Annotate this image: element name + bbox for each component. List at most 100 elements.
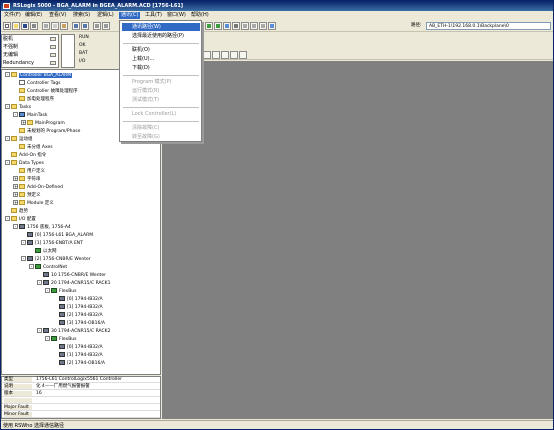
open-file-button[interactable] (12, 22, 20, 30)
copy-button[interactable] (51, 22, 59, 30)
redundancy-status[interactable]: Redundancy (3, 59, 59, 67)
app-logo-icon[interactable] (3, 3, 10, 9)
menu-view[interactable]: 查看(V) (47, 12, 68, 19)
comm-menu-item[interactable]: 联机(O) (122, 46, 200, 54)
tree-item[interactable]: [1] 1794-IB32/A (53, 304, 103, 311)
dropdown-icon[interactable] (50, 61, 56, 65)
tree-item[interactable]: - ControlNet (29, 264, 67, 271)
tree-item[interactable]: 加电处理程序 (13, 96, 54, 103)
tree-item[interactable]: - Data Types (5, 160, 44, 167)
tree-item[interactable]: Controller Tags (13, 80, 61, 87)
verify-all-button[interactable] (214, 22, 222, 30)
tree-item[interactable]: + MainProgram (21, 120, 65, 127)
tree-item[interactable]: [1] 1794-IB32/A (53, 352, 103, 359)
menu-edit[interactable]: 编辑(E) (23, 12, 44, 19)
menu-file[interactable]: 文件(F) (2, 12, 23, 19)
collapse-icon[interactable]: - (5, 160, 10, 165)
expand-icon[interactable]: + (13, 176, 18, 181)
find-button[interactable] (93, 22, 101, 30)
comm-menu-item[interactable]: 下载(D) (122, 64, 200, 72)
tree-item[interactable]: - I/O 配置 (5, 216, 36, 223)
title-bar[interactable]: RSLogix 5000 - BGA_ALARM in BGEA_ALARM.A… (1, 1, 553, 11)
xic-button[interactable] (221, 51, 229, 59)
collapse-icon[interactable]: - (5, 72, 10, 77)
tree-item[interactable]: [0] 1756-L61 BGA_ALARM (21, 232, 93, 239)
tree-item[interactable]: [0] 1794-IB32/A (53, 296, 103, 303)
tree-item[interactable]: + 预定义 (13, 192, 41, 199)
properties-button[interactable] (232, 22, 240, 30)
collapse-icon[interactable]: - (13, 224, 18, 229)
tree-item[interactable]: - 20 1794-ACNR15/C RACK1 (37, 280, 110, 287)
rswho-button[interactable] (223, 22, 231, 30)
tree-item[interactable]: [3] 1794-OB16/A (53, 320, 105, 327)
undo-button[interactable] (72, 22, 80, 30)
new-file-button[interactable] (3, 22, 11, 30)
paste-button[interactable] (60, 22, 68, 30)
tree-item[interactable]: [0] 1794-IB32/A (53, 344, 103, 351)
collapse-icon[interactable]: - (45, 336, 50, 341)
expand-icon[interactable]: + (13, 184, 18, 189)
branch-button[interactable] (212, 51, 220, 59)
tree-item[interactable]: - 运动组 (5, 136, 33, 143)
tree-item[interactable]: + Add-On-Defined (13, 184, 63, 191)
comm-menu-item[interactable]: 上载(U)... (122, 55, 200, 63)
tree-item[interactable]: - 30 1794-ACNR15/C RACK2 (37, 328, 110, 335)
menu-help[interactable]: 帮助(H) (189, 12, 211, 19)
tree-item[interactable]: 用户定义 (13, 168, 45, 175)
menu-tools[interactable]: 工具(T) (143, 12, 164, 19)
collapse-icon[interactable]: - (37, 328, 42, 333)
communication-path-field[interactable]: AB_ETH-1\192.168.0.1\Backplane\0 (426, 22, 551, 30)
dropdown-icon[interactable] (50, 37, 56, 41)
tree-item[interactable]: + Module 定义 (13, 200, 54, 207)
collapse-icon[interactable]: - (37, 280, 42, 285)
menu-communications[interactable]: 通讯(C) (119, 12, 141, 19)
tree-item[interactable]: - FlexBus (45, 336, 76, 343)
expand-icon[interactable]: + (21, 120, 26, 125)
tree-item[interactable]: 趋势 (5, 208, 28, 215)
tree-item[interactable]: - Controller BGA_ALARM (5, 72, 73, 79)
dropdown-icon[interactable] (50, 45, 56, 49)
collapse-icon[interactable]: - (5, 104, 10, 109)
collapse-icon[interactable]: - (45, 288, 50, 293)
verify-button[interactable] (205, 22, 213, 30)
help-button[interactable] (268, 22, 276, 30)
menu-window[interactable]: 窗口(W) (165, 12, 188, 19)
zoom-out-button[interactable] (250, 22, 258, 30)
dropdown-icon[interactable] (50, 53, 56, 57)
menu-search[interactable]: 搜索(S) (71, 12, 92, 19)
ote-button[interactable] (239, 51, 247, 59)
collapse-icon[interactable]: - (5, 216, 10, 221)
tree-item[interactable]: - [1] 1756-ENBT/A ENT (21, 240, 83, 247)
comm-menu-item[interactable]: 选择最近使用的路径(P) (122, 32, 200, 40)
expand-icon[interactable]: + (13, 192, 18, 197)
find-next-button[interactable] (102, 22, 110, 30)
print-button[interactable] (30, 22, 38, 30)
xio-button[interactable] (230, 51, 238, 59)
tree-item[interactable]: [2] 1794-IB32/A (53, 312, 103, 319)
tree-item[interactable]: - Tasks (5, 104, 31, 111)
tree-item[interactable]: 10 1756-CNBR/E Wenter (37, 272, 106, 279)
tree-item[interactable]: Add-On 指令 (5, 152, 46, 159)
collapse-icon[interactable]: - (21, 256, 26, 261)
online-status[interactable]: 脱机 (3, 35, 59, 43)
tree-item[interactable]: Controller 故障处理程序 (13, 88, 78, 95)
watch-button[interactable] (259, 22, 267, 30)
tree-item[interactable]: - 1756 底板, 1756-A4 (13, 224, 71, 231)
tree-item[interactable]: - FlexBus (45, 288, 76, 295)
collapse-icon[interactable]: - (5, 136, 10, 141)
tree-item[interactable]: 未分组 Axes (13, 144, 53, 151)
tree-item[interactable]: [2] 1794-OB16/A (53, 360, 105, 367)
tree-item[interactable]: - MainTask (13, 112, 47, 119)
tree-item[interactable]: 以太网 (29, 248, 57, 255)
cut-button[interactable] (42, 22, 50, 30)
collapse-icon[interactable]: - (21, 240, 26, 245)
zoom-in-button[interactable] (241, 22, 249, 30)
comm-menu-item[interactable]: 通讯路径(W) (122, 23, 200, 31)
forces-status[interactable]: 不强制 (3, 43, 59, 51)
save-button[interactable] (21, 22, 29, 30)
menu-logic[interactable]: 逻辑(L) (95, 12, 116, 19)
tree-item[interactable]: + 字符串 (13, 176, 41, 183)
collapse-icon[interactable]: - (13, 112, 18, 117)
main-workspace[interactable] (162, 61, 553, 419)
expand-icon[interactable]: + (13, 200, 18, 205)
